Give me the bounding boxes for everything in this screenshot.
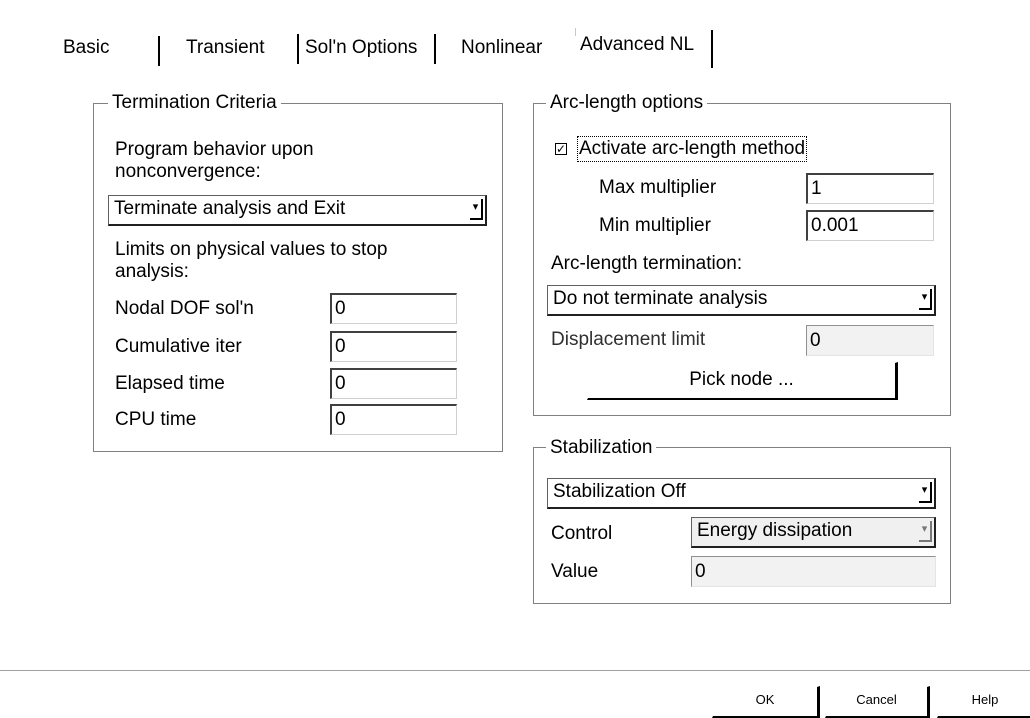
nodal-dof-input[interactable]	[330, 293, 457, 324]
stabilization-select[interactable]: Stabilization Off ▾	[547, 478, 936, 509]
max-multiplier-input[interactable]	[806, 173, 934, 204]
footer-divider	[0, 670, 1030, 671]
chevron-down-icon[interactable]: ▾	[470, 199, 483, 220]
min-multiplier-label: Min multiplier	[599, 215, 711, 236]
chevron-down-icon[interactable]: ▾	[919, 482, 932, 503]
tab-nonlinear[interactable]: Nonlinear	[461, 36, 542, 64]
tab-divider	[158, 36, 160, 66]
limits-label: Limits on physical values to stop analys…	[115, 239, 388, 282]
arc-termination-label: Arc-length termination:	[551, 253, 743, 274]
tab-divider	[297, 34, 299, 64]
arc-length-title: Arc-length options	[546, 92, 708, 114]
cpu-time-label: CPU time	[115, 409, 197, 430]
value-label: Value	[551, 561, 599, 582]
activate-arc-length-checkbox[interactable]: ✓	[555, 143, 567, 155]
tab-transient[interactable]: Transient	[186, 36, 265, 64]
stabilization-value: Stabilization Off	[553, 481, 686, 502]
elapsed-time-label: Elapsed time	[115, 373, 225, 394]
min-multiplier-input[interactable]	[806, 210, 934, 241]
control-label: Control	[551, 523, 613, 544]
max-multiplier-label: Max multiplier	[599, 177, 717, 198]
tab-advanced-nl[interactable]: Advanced NL	[580, 33, 694, 61]
cancel-button[interactable]: Cancel	[825, 686, 930, 718]
ok-button[interactable]: OK	[712, 686, 820, 718]
arc-termination-select[interactable]: Do not terminate analysis ▾	[547, 285, 936, 316]
help-button[interactable]: Help	[937, 686, 1030, 718]
behavior-label: Program behavior upon nonconvergence:	[115, 139, 314, 182]
nodal-dof-label: Nodal DOF sol'n	[115, 298, 254, 319]
tab-divider	[434, 34, 436, 64]
termination-criteria-title: Termination Criteria	[108, 92, 281, 114]
behavior-select[interactable]: Terminate analysis and Exit ▾	[108, 195, 487, 226]
checkmark-icon: ✓	[556, 142, 567, 156]
activate-arc-length-label[interactable]: Activate arc-length method	[576, 136, 808, 162]
chevron-down-icon[interactable]: ▾	[919, 289, 932, 310]
displacement-limit-input[interactable]	[806, 325, 934, 356]
cumulative-iter-input[interactable]	[330, 331, 457, 362]
stabilization-title: Stabilization	[546, 437, 657, 459]
tab-divider	[575, 28, 576, 36]
tab-divider	[711, 30, 713, 68]
tab-basic[interactable]: Basic	[63, 36, 109, 64]
arc-termination-value: Do not terminate analysis	[553, 288, 768, 309]
control-value: Energy dissipation	[697, 520, 853, 541]
cumulative-iter-label: Cumulative iter	[115, 336, 242, 357]
cpu-time-input[interactable]	[330, 404, 457, 435]
tab-soln-options[interactable]: Sol'n Options	[305, 36, 417, 64]
pick-node-button[interactable]: Pick node ...	[587, 362, 898, 400]
chevron-down-icon[interactable]: ▾	[919, 521, 932, 542]
elapsed-time-input[interactable]	[330, 368, 457, 399]
control-select[interactable]: Energy dissipation ▾	[691, 517, 936, 548]
behavior-select-value: Terminate analysis and Exit	[114, 198, 346, 219]
displacement-limit-label: Displacement limit	[551, 329, 706, 350]
value-input[interactable]	[691, 556, 936, 587]
